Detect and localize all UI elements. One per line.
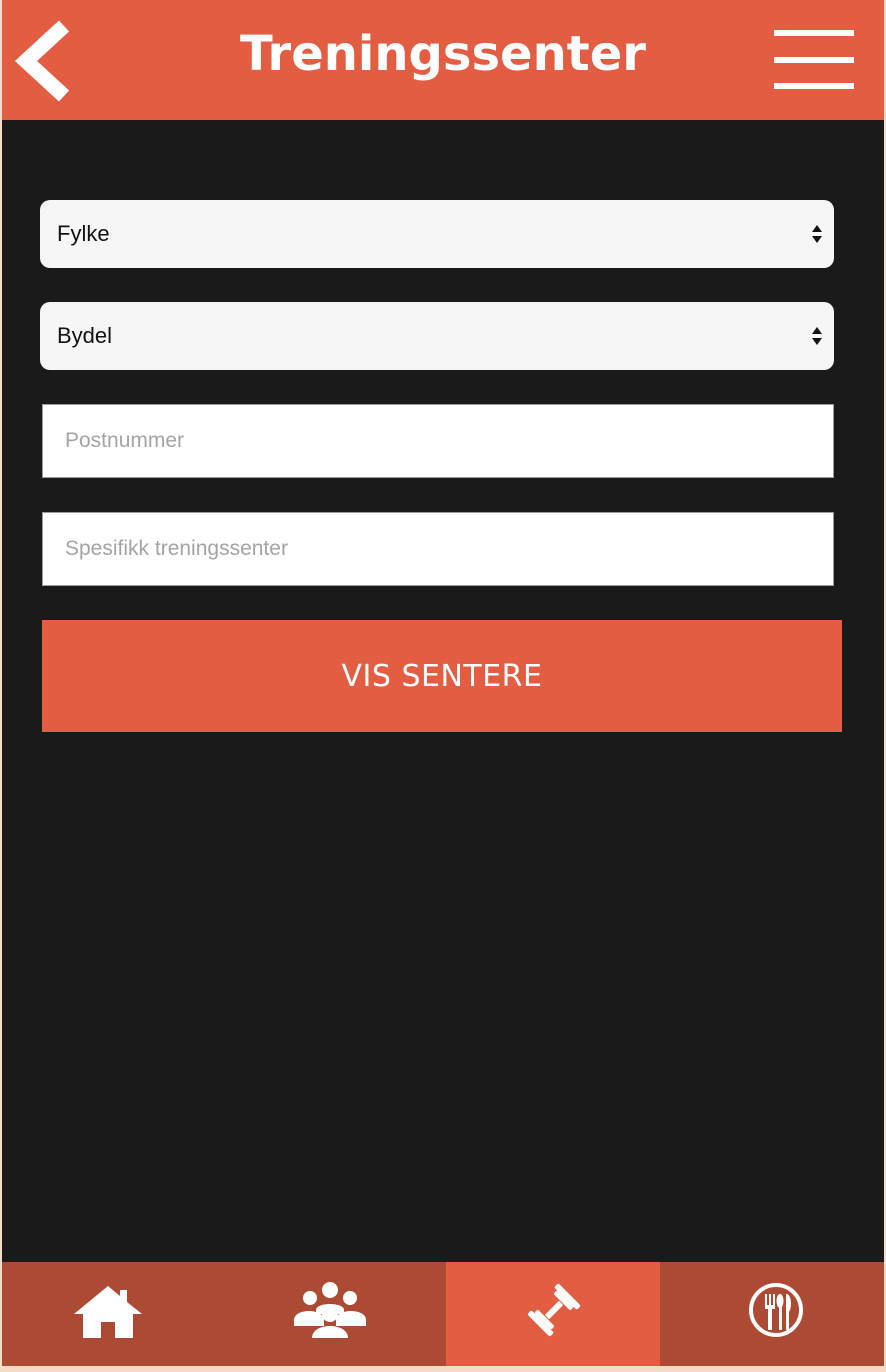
county-select-value: Fylke	[57, 221, 110, 246]
app-screen: Treningssenter Fylke Bydel VIS SENTERE	[2, 0, 884, 1366]
restaurant-icon	[749, 1283, 803, 1337]
menu-button[interactable]	[774, 30, 854, 92]
group-icon	[294, 1282, 366, 1338]
page-title: Treningssenter	[240, 26, 646, 82]
district-select-value: Bydel	[57, 323, 113, 348]
bottom-navigation	[2, 1262, 884, 1366]
nav-item-training[interactable]	[446, 1262, 660, 1366]
home-icon	[74, 1286, 142, 1338]
nav-item-community[interactable]	[224, 1262, 446, 1366]
district-select[interactable]: Bydel	[40, 302, 834, 370]
nav-item-diet[interactable]	[660, 1262, 884, 1366]
show-centers-button[interactable]: VIS SENTERE	[42, 620, 842, 732]
select-arrows-icon	[812, 327, 822, 345]
nav-item-home[interactable]	[2, 1262, 224, 1366]
postal-code-input[interactable]	[42, 404, 834, 478]
hamburger-line	[774, 57, 854, 63]
hamburger-menu-icon	[774, 30, 854, 36]
gym-name-input[interactable]	[42, 512, 834, 586]
select-arrows-icon	[812, 225, 822, 243]
dumbbell-icon	[527, 1283, 581, 1337]
app-header: Treningssenter	[2, 0, 884, 120]
county-select[interactable]: Fylke	[40, 200, 834, 268]
hamburger-line	[774, 83, 854, 89]
